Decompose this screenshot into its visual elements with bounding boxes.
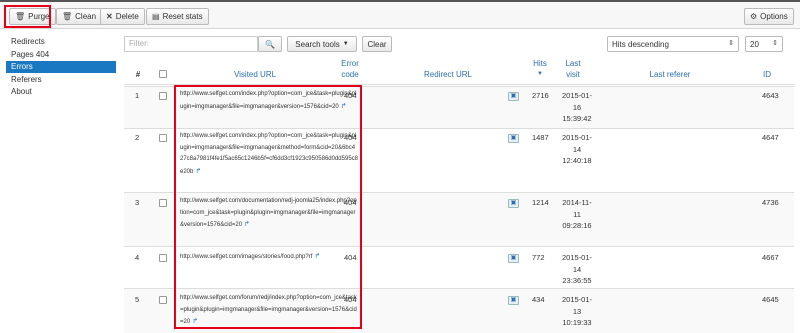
sort-desc-icon: ▼ [537, 71, 543, 77]
delete-button[interactable]: ✕ Delete [100, 8, 145, 25]
search-button[interactable]: 🔍 [258, 36, 282, 52]
hits-value: 1487 [532, 133, 549, 142]
row-num: 2 [135, 133, 140, 142]
row-checkbox[interactable] [159, 254, 167, 262]
last-visit-day: 11 [573, 209, 581, 219]
row-id: 4667 [762, 253, 779, 262]
toolbar: 🗑 Purge 🗑 Clean ✕ Delete ▤ Reset stats ⚙… [0, 2, 800, 29]
last-visit: 2015-01- 13 10:19:33 [559, 294, 595, 329]
last-visit-day: 14 [572, 144, 582, 154]
caret-down-icon: ▼ [342, 41, 349, 47]
edit-icon[interactable]: ▣ [508, 199, 519, 208]
hits-value: 434 [532, 295, 545, 304]
last-visit-date: 2015-01- [561, 91, 593, 100]
header-error-code[interactable]: Error code [335, 58, 365, 80]
header-id[interactable]: ID [757, 69, 777, 80]
last-visit-date: 2015-01- [561, 253, 593, 262]
last-visit-time: 10:19:33 [562, 318, 592, 327]
sidebar-item-pages-404[interactable]: Pages 404 [6, 49, 116, 61]
row-id: 4736 [762, 198, 779, 207]
sidebar-item-errors[interactable]: Errors [6, 61, 116, 73]
edit-icon[interactable]: ▣ [508, 134, 519, 143]
reset-stats-label: Reset stats [162, 12, 203, 21]
row-checkbox[interactable] [159, 134, 167, 142]
row-id: 4643 [762, 91, 779, 100]
purge-highlight [4, 5, 51, 28]
last-visit: 2015-01- 14 23:36:55 [559, 252, 595, 287]
chevron-down-icon: ⇕ [772, 40, 778, 47]
row-id: 4645 [762, 295, 779, 304]
header-last-referer[interactable]: Last referer [640, 69, 700, 80]
row-num: 3 [135, 198, 140, 207]
header-last-visit-line2: visit [566, 70, 580, 79]
last-visit-date: 2015-01- [561, 133, 593, 142]
last-visit-day: 16 [572, 102, 582, 112]
search-icon: 🔍 [265, 39, 275, 49]
clean-label: Clean [75, 12, 97, 21]
header-hits-label: Hits [533, 59, 547, 68]
limit-value: 20 [750, 39, 759, 49]
chart-icon: ▤ [152, 12, 160, 21]
select-all-checkbox[interactable] [159, 70, 167, 78]
options-label: Options [760, 12, 788, 21]
header-redirect-url[interactable]: Redirect URL [418, 69, 478, 80]
header-hits[interactable]: Hits ▼ [530, 58, 550, 80]
header-last-visit[interactable]: Last visit [560, 58, 586, 80]
header-last-visit-line1: Last [565, 59, 581, 68]
last-visit: 2014-11- 11 09:28:16 [559, 197, 595, 232]
last-visit-time: 15:39:42 [562, 114, 592, 123]
edit-icon[interactable]: ▣ [508, 296, 519, 305]
edit-icon[interactable]: ▣ [508, 254, 519, 263]
clean-button[interactable]: 🗑 Clean [56, 8, 103, 25]
last-visit-day: 14 [572, 264, 582, 274]
sidebar-item-redirects[interactable]: Redirects [6, 36, 116, 48]
header-error-code-line1: Error [341, 59, 359, 68]
row-checkbox[interactable] [159, 199, 167, 207]
clear-button[interactable]: Clear [362, 36, 392, 52]
row-num: 5 [135, 295, 140, 304]
sidebar-item-referers[interactable]: Referers [6, 74, 116, 86]
last-visit: 2015-01- 14 12:40:18 [559, 132, 595, 167]
trash-icon: 🗑 [62, 12, 73, 21]
delete-label: Delete [115, 12, 139, 21]
header-num: # [135, 70, 141, 79]
last-visit-time: 09:28:16 [562, 221, 592, 230]
reset-stats-button[interactable]: ▤ Reset stats [146, 8, 209, 25]
last-visit-day: 13 [572, 306, 582, 316]
row-id: 4647 [762, 133, 779, 142]
filter-input[interactable]: Filter: [124, 36, 258, 52]
search-tools-button[interactable]: Search tools ▼ [287, 36, 357, 52]
gear-icon: ⚙ [750, 12, 758, 21]
last-visit-time: 23:36:55 [562, 276, 592, 285]
last-visit-date: 2015-01- [561, 295, 593, 304]
row-num: 1 [135, 91, 140, 100]
edit-icon[interactable]: ▣ [508, 92, 519, 101]
sidebar: Redirects Pages 404 Errors Referers Abou… [6, 36, 116, 99]
hits-value: 1214 [532, 198, 549, 207]
last-visit: 2015-01- 16 15:39:42 [559, 90, 595, 125]
last-visit-date: 2014-11- [562, 198, 592, 207]
sort-select[interactable]: Hits descending ⇕ [607, 36, 739, 52]
hits-value: 772 [532, 253, 545, 262]
chevron-down-icon: ⇕ [728, 40, 734, 47]
row-checkbox[interactable] [159, 92, 167, 100]
header-visited-url[interactable]: Visited URL [220, 69, 290, 80]
limit-select[interactable]: 20 ⇕ [745, 36, 783, 52]
header-error-code-line2: code [341, 70, 359, 79]
last-visit-time: 12:40:18 [562, 156, 592, 165]
x-icon: ✕ [106, 12, 113, 21]
row-num: 4 [135, 253, 140, 262]
search-tools-label: Search tools [295, 39, 340, 49]
sidebar-item-about[interactable]: About [6, 86, 116, 98]
options-button[interactable]: ⚙ Options [744, 8, 794, 25]
sort-value: Hits descending [612, 39, 669, 49]
row-checkbox[interactable] [159, 296, 167, 304]
hits-value: 2716 [532, 91, 549, 100]
visited-url-highlight [174, 85, 362, 329]
